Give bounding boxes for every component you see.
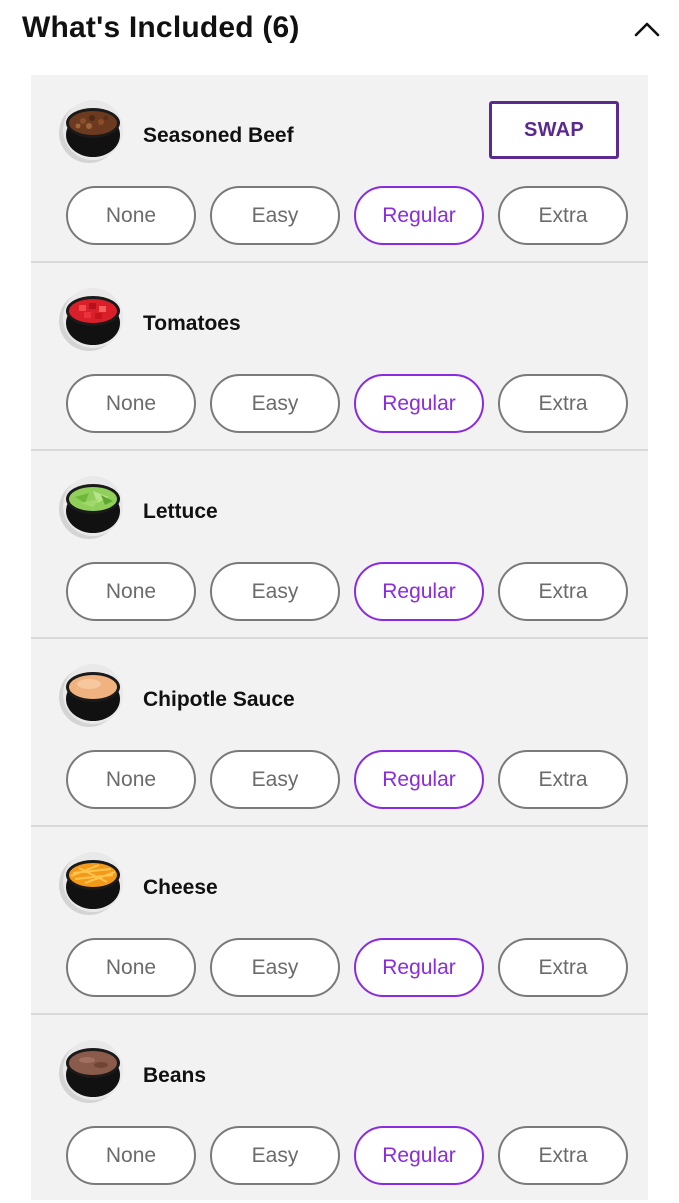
amount-options: None Easy Regular Extra [66, 562, 628, 622]
option-extra[interactable]: Extra [498, 562, 628, 621]
option-extra[interactable]: Extra [498, 750, 628, 809]
option-none[interactable]: None [66, 938, 196, 997]
option-easy[interactable]: Easy [210, 938, 340, 997]
amount-options: None Easy Regular Extra [66, 750, 628, 810]
option-extra[interactable]: Extra [498, 1126, 628, 1185]
ingredient-row-chipotle-sauce: Chipotle Sauce None Easy Regular Extra [31, 639, 648, 827]
option-easy[interactable]: Easy [210, 186, 340, 245]
option-regular-selected[interactable]: Regular [354, 562, 484, 621]
ingredient-name: Lettuce [143, 500, 218, 523]
ingredient-name: Seasoned Beef [143, 124, 294, 147]
option-extra[interactable]: Extra [498, 374, 628, 433]
ingredient-row-beans: Beans None Easy Regular Extra [31, 1015, 648, 1203]
option-extra[interactable]: Extra [498, 186, 628, 245]
option-extra[interactable]: Extra [498, 938, 628, 997]
beef-cup-icon [59, 100, 123, 163]
cheese-cup-icon [59, 852, 123, 915]
option-none[interactable]: None [66, 1126, 196, 1185]
ingredient-name: Cheese [143, 876, 218, 899]
beans-cup-icon [59, 1040, 123, 1103]
option-none[interactable]: None [66, 186, 196, 245]
option-regular-selected[interactable]: Regular [354, 1126, 484, 1185]
ingredient-row-seasoned-beef: Seasoned Beef SWAP None Easy Regular Ext… [31, 75, 648, 263]
sauce-cup-icon [59, 664, 123, 727]
chevron-up-icon[interactable] [633, 17, 661, 41]
section-header[interactable]: What's Included (6) [0, 0, 679, 62]
amount-options: None Easy Regular Extra [66, 938, 628, 998]
option-regular-selected[interactable]: Regular [354, 938, 484, 997]
lettuce-cup-icon [59, 476, 123, 539]
ingredient-row-lettuce: Lettuce None Easy Regular Extra [31, 451, 648, 639]
option-regular-selected[interactable]: Regular [354, 750, 484, 809]
amount-options: None Easy Regular Extra [66, 374, 628, 434]
option-easy[interactable]: Easy [210, 562, 340, 621]
option-regular-selected[interactable]: Regular [354, 374, 484, 433]
amount-options: None Easy Regular Extra [66, 1126, 628, 1186]
option-none[interactable]: None [66, 562, 196, 621]
option-easy[interactable]: Easy [210, 374, 340, 433]
ingredient-row-cheese: Cheese None Easy Regular Extra [31, 827, 648, 1015]
tomato-cup-icon [59, 288, 123, 351]
option-none[interactable]: None [66, 374, 196, 433]
ingredient-row-tomatoes: Tomatoes None Easy Regular Extra [31, 263, 648, 451]
option-easy[interactable]: Easy [210, 750, 340, 809]
swap-button[interactable]: SWAP [489, 101, 619, 159]
ingredient-name: Chipotle Sauce [143, 688, 295, 711]
section-title: What's Included (6) [22, 11, 300, 44]
included-items-panel: Seasoned Beef SWAP None Easy Regular Ext… [31, 75, 648, 1200]
option-easy[interactable]: Easy [210, 1126, 340, 1185]
option-regular-selected[interactable]: Regular [354, 186, 484, 245]
ingredient-name: Tomatoes [143, 312, 241, 335]
option-none[interactable]: None [66, 750, 196, 809]
ingredient-name: Beans [143, 1064, 207, 1087]
amount-options: None Easy Regular Extra [66, 186, 628, 246]
